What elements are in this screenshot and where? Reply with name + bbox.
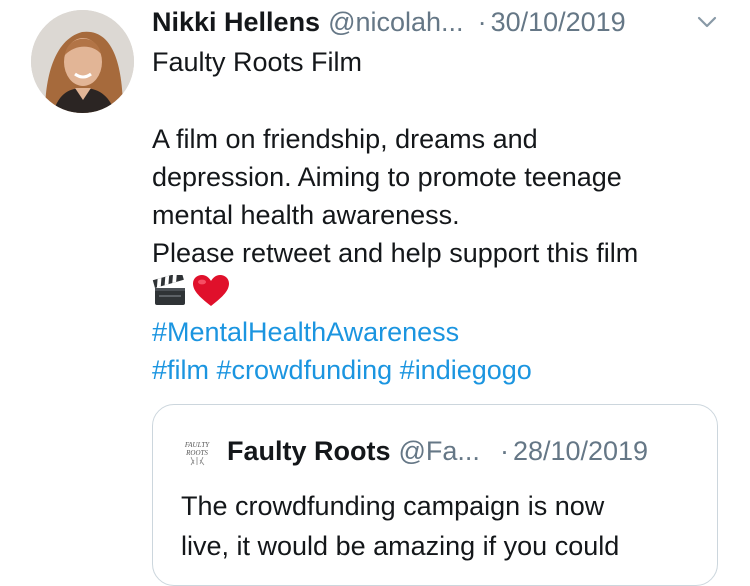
body-line: mental health awareness. (152, 200, 460, 230)
emoji-line (152, 272, 732, 310)
svg-text:FAULTY: FAULTY (184, 441, 210, 449)
clapper-board-emoji (152, 275, 185, 305)
body-line: Please retweet and help support this fil… (152, 238, 639, 268)
hashtag-link[interactable]: #indiegogo (400, 355, 532, 385)
author-name[interactable]: Nikki Hellens (152, 7, 320, 38)
body-line: depression. Aiming to promote teenage (152, 162, 622, 192)
quoted-author-handle[interactable]: @Fa... (399, 436, 480, 467)
tweet-date[interactable]: 30/10/2019 (491, 7, 626, 38)
svg-text:ROOTS: ROOTS (185, 449, 208, 457)
tweet-body: A film on friendship, dreams and depress… (152, 120, 732, 310)
quoted-tweet-text: The crowdfunding campaign is now live, i… (181, 486, 619, 566)
red-heart-emoji (193, 275, 229, 306)
hashtags: #MentalHealthAwareness #film #crowdfundi… (152, 313, 532, 389)
tweet-header: Nikki Hellens @nicolah... · 30/10/2019 (152, 4, 626, 40)
quoted-tweet-header: FAULTY ROOTS Faulty Roots @Fa... · 28/10… (181, 433, 648, 469)
hashtag-link[interactable]: #crowdfunding (217, 355, 393, 385)
chevron-down-icon[interactable] (694, 10, 720, 34)
tweet-title: Faulty Roots Film (152, 47, 363, 77)
body-line: A film on friendship, dreams and (152, 124, 538, 154)
hashtag-link[interactable]: #film (152, 355, 209, 385)
avatar[interactable] (31, 10, 134, 113)
faulty-roots-logo[interactable]: FAULTY ROOTS (181, 435, 213, 467)
quoted-text-line: The crowdfunding campaign is now (181, 491, 605, 521)
hashtag-link[interactable]: #MentalHealthAwareness (152, 317, 459, 347)
quoted-text-line: live, it would be amazing if you could (181, 531, 620, 561)
author-handle[interactable]: @nicolah... (328, 7, 463, 38)
separator-dot: · (499, 435, 509, 466)
quoted-tweet-date[interactable]: 28/10/2019 (513, 436, 648, 467)
quoted-author-name[interactable]: Faulty Roots (227, 436, 391, 467)
separator-dot: · (477, 6, 487, 37)
quoted-tweet-card[interactable]: FAULTY ROOTS Faulty Roots @Fa... · 28/10… (152, 404, 718, 586)
